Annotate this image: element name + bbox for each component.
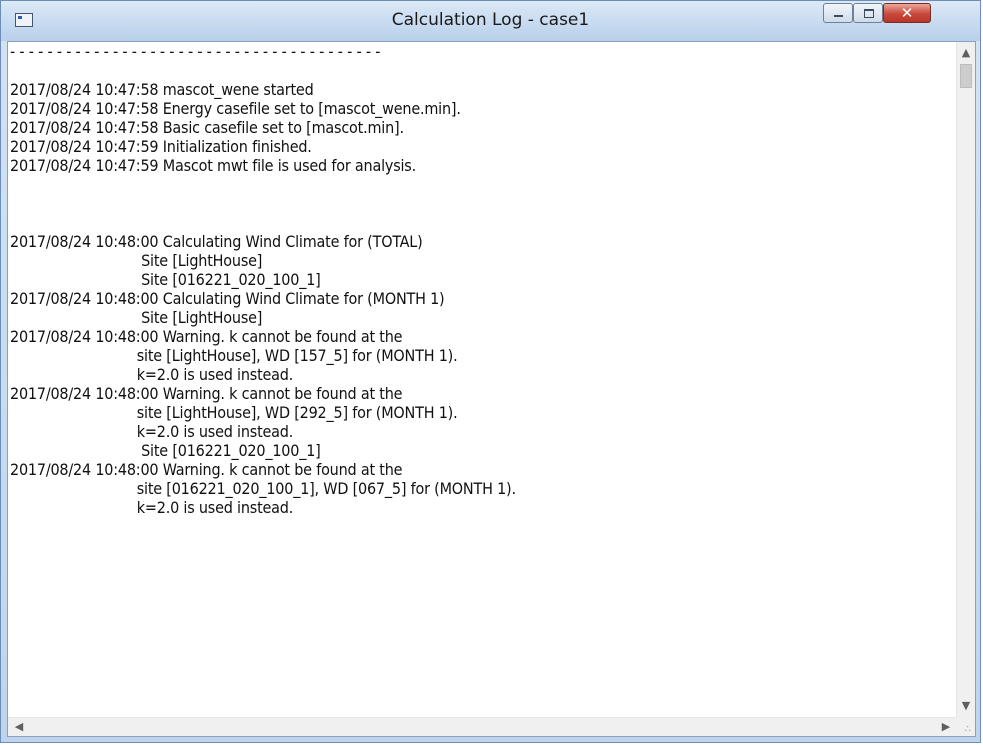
- log-line: 2017/08/24 10:47:58 Basic casefile set t…: [10, 118, 404, 137]
- log-line: 2017/08/24 10:48:00 Warning. k cannot be…: [10, 460, 403, 479]
- minimize-button[interactable]: [823, 3, 853, 23]
- scroll-up-icon[interactable]: ▲: [957, 44, 975, 62]
- log-content[interactable]: - - - - - - - - - - - - - - - - - - - - …: [8, 42, 957, 717]
- close-icon: ✕: [900, 4, 914, 22]
- title-bar[interactable]: Calculation Log - case1 ✕: [1, 1, 980, 41]
- log-line: Site [LightHouse]: [10, 251, 263, 270]
- maximize-button[interactable]: [853, 3, 883, 23]
- log-line: 2017/08/24 10:48:00 Calculating Wind Cli…: [10, 289, 445, 308]
- log-line: k=2.0 is used instead.: [10, 365, 294, 384]
- vertical-scrollbar[interactable]: ▲ ▼: [956, 42, 975, 717]
- calculation-log-window[interactable]: Calculation Log - case1 ✕ - - - - - - - …: [0, 0, 981, 743]
- horizontal-scrollbar[interactable]: ◀ ▶: [8, 717, 957, 736]
- scroll-down-icon[interactable]: ▼: [957, 697, 975, 715]
- log-line: 2017/08/24 10:47:59 Initialization finis…: [10, 137, 312, 156]
- log-line: Site [016221_020_100_1]: [10, 270, 321, 289]
- resize-grip-icon[interactable]: [956, 717, 975, 736]
- maximize-icon: [854, 4, 882, 22]
- log-line: site [LightHouse], WD [157_5] for (MONTH…: [10, 346, 458, 365]
- log-line: k=2.0 is used instead.: [10, 422, 294, 441]
- scroll-right-icon[interactable]: ▶: [937, 718, 955, 736]
- log-line: 2017/08/24 10:48:00 Calculating Wind Cli…: [10, 232, 423, 251]
- log-text-area[interactable]: - - - - - - - - - - - - - - - - - - - - …: [7, 41, 976, 737]
- log-line: 2017/08/24 10:47:58 Energy casefile set …: [10, 99, 461, 118]
- log-line: 2017/08/24 10:47:59 Mascot mwt file is u…: [10, 156, 416, 175]
- log-line: - - - - - - - - - - - - - - - - - - - - …: [10, 42, 381, 61]
- close-button[interactable]: ✕: [883, 3, 931, 23]
- minimize-icon: [824, 4, 852, 22]
- log-line: site [016221_020_100_1], WD [067_5] for …: [10, 479, 516, 498]
- log-line: site [LightHouse], WD [292_5] for (MONTH…: [10, 403, 458, 422]
- scroll-left-icon[interactable]: ◀: [10, 718, 28, 736]
- log-line: Site [LightHouse]: [10, 308, 263, 327]
- log-line: 2017/08/24 10:48:00 Warning. k cannot be…: [10, 327, 403, 346]
- log-line: k=2.0 is used instead.: [10, 498, 294, 517]
- log-line: 2017/08/24 10:47:58 mascot_wene started: [10, 80, 314, 99]
- log-line: Site [016221_020_100_1]: [10, 441, 321, 460]
- log-line: 2017/08/24 10:48:00 Warning. k cannot be…: [10, 384, 403, 403]
- vertical-scroll-thumb[interactable]: [960, 64, 972, 88]
